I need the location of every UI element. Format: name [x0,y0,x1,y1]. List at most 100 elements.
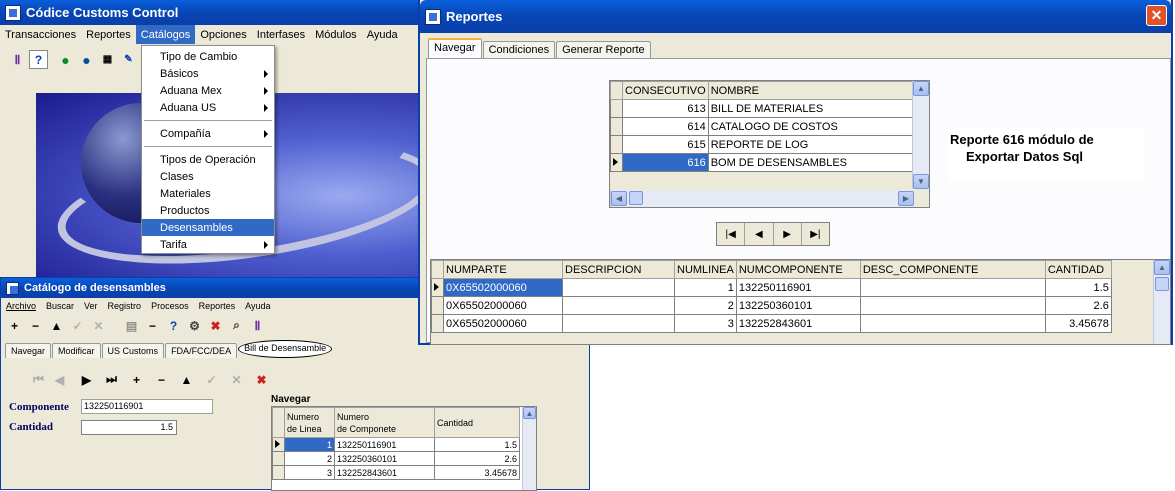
cell-cantidad[interactable]: 3.45678 [434,465,520,480]
menu-item-aduana-mex[interactable]: Aduana Mex [142,82,274,99]
delete-icon[interactable]: − [26,316,45,335]
menu-interfases[interactable]: Interfases [252,25,310,44]
cell-descripcion[interactable] [562,278,675,297]
col-descripcion[interactable]: DESCRIPCION [562,260,675,279]
tab-navegar[interactable]: Navegar [5,343,52,358]
scroll-up-icon[interactable]: ▲ [1154,260,1170,275]
cell-consecutivo[interactable]: 613 [622,99,709,118]
col-numlinea[interactable]: NUMLINEA [674,260,737,279]
cell-cantidad[interactable]: 2.6 [1044,296,1112,315]
menu-ayuda-sub[interactable]: Ayuda [240,298,275,313]
menu-ver[interactable]: Ver [79,298,103,313]
cell-componente[interactable]: 132250116901 [334,437,435,452]
cell-nombre[interactable]: CATALOGO DE COSTOS [707,117,921,136]
col-numparte[interactable]: NUMPARTE [443,260,563,279]
cell-consecutivo[interactable]: 614 [622,117,709,136]
delete-x-icon[interactable]: ✖ [206,316,225,335]
col-nombre[interactable]: NOMBRE [707,81,921,100]
delete-icon[interactable]: − [152,370,171,389]
col-numero-componente[interactable]: Numero de Componete [334,407,435,438]
cell-consecutivo[interactable]: 616 [622,153,709,172]
cell-nombre[interactable]: BOM DE DESENSAMBLES [707,153,921,172]
scroll-thumb[interactable] [1155,277,1169,291]
list-hscrollbar[interactable]: ◀ ▶ [610,190,914,207]
menu-buscar[interactable]: Buscar [41,298,79,313]
table-row[interactable]: 0X65502000060 3 132252843601 3.45678 [431,314,1112,333]
menu-item-aduana-us[interactable]: Aduana US [142,99,274,116]
col-desc-componente[interactable]: DESC_COMPONENTE [859,260,1046,279]
grid-icon[interactable]: ▦ [98,50,117,69]
help-icon[interactable]: ? [164,316,183,335]
close-button[interactable]: ✕ [1146,5,1167,26]
col-numcomponente[interactable]: NUMCOMPONENTE [735,260,861,279]
search-icon[interactable]: ⌕ [227,316,246,335]
cell-cantidad[interactable]: 1.5 [1044,278,1112,297]
menu-item-productos[interactable]: Productos [142,202,274,219]
minus-icon[interactable]: − [143,316,162,335]
cantidad-field[interactable]: 1.5 [81,420,177,435]
next-record-icon[interactable]: ▶ [77,370,96,389]
cell-cantidad[interactable]: 3.45678 [1044,314,1112,333]
tab-modificar[interactable]: Modificar [52,343,101,358]
cell-desc-componente[interactable] [859,314,1046,333]
print-icon[interactable]: ▤ [122,316,141,335]
menu-archivo[interactable]: Archivo [1,298,41,313]
cell-numlinea[interactable]: 1 [674,278,737,297]
scroll-up-icon[interactable]: ▲ [913,81,929,96]
table-row[interactable]: 0X65502000060 1 132250116901 1.5 [431,278,1112,297]
tree-icon[interactable]: ⚙ [185,316,204,335]
col-consecutivo[interactable]: CONSECUTIVO [622,81,709,100]
cell-numparte[interactable]: 0X65502000060 [443,314,563,333]
globe-search-icon[interactable]: ● [77,50,96,69]
col-numero-linea[interactable]: Numero de Linea [284,407,335,438]
cell-desc-componente[interactable] [859,278,1046,297]
tool-icon[interactable]: ✎ [119,50,138,69]
tab-generar-reporte[interactable]: Generar Reporte [556,41,651,58]
last-record-button[interactable]: ▶| [802,223,829,245]
cell-componente[interactable]: 132252843601 [334,465,435,480]
menu-item-tipo-cambio[interactable]: Tipo de Cambio [142,48,274,65]
refresh-icon[interactable]: ✖ [252,370,271,389]
check-icon[interactable]: ✓ [202,370,221,389]
menu-opciones[interactable]: Opciones [195,25,251,44]
cell-nombre[interactable]: REPORTE DE LOG [707,135,921,154]
table-row[interactable]: 1 132250116901 1.5 [272,437,520,452]
componente-field[interactable]: 132250116901 [81,399,213,414]
cell-consecutivo[interactable]: 615 [622,135,709,154]
table-row[interactable]: 2 132250360101 2.6 [272,451,520,466]
prev-record-icon[interactable]: ◀ [50,370,69,389]
add-icon[interactable]: + [5,316,24,335]
cell-numcomponente[interactable]: 132250116901 [735,278,861,297]
table-row[interactable]: 614 CATALOGO DE COSTOS [610,117,921,136]
table-row[interactable]: 613 BILL DE MATERIALES [610,99,921,118]
menu-transacciones[interactable]: Transacciones [0,25,81,44]
tab-us-customs[interactable]: US Customs [101,343,165,358]
table-row[interactable]: 615 REPORTE DE LOG [610,135,921,154]
cell-desc-componente[interactable] [859,296,1046,315]
menu-item-tarifa[interactable]: Tarifa [142,236,274,253]
cell-cantidad[interactable]: 2.6 [434,451,520,466]
cell-numparte[interactable]: 0X65502000060 [443,296,563,315]
menu-reportes[interactable]: Reportes [81,25,136,44]
up-icon[interactable]: ▲ [177,370,196,389]
menu-modulos[interactable]: Módulos [310,25,362,44]
menu-item-desensambles[interactable]: Desensambles [142,219,274,236]
cell-linea[interactable]: 1 [284,437,335,452]
exit-icon[interactable]: Ⅱ [8,50,27,69]
table-row[interactable]: 616 BOM DE DESENSAMBLES [610,153,921,172]
last-record-icon[interactable]: ⏭ [102,370,121,389]
cell-numlinea[interactable]: 3 [674,314,737,333]
tab-condiciones[interactable]: Condiciones [482,41,556,58]
menu-item-compania[interactable]: Compañía [142,125,274,142]
cell-nombre[interactable]: BILL DE MATERIALES [707,99,921,118]
col-cantidad[interactable]: CANTIDAD [1044,260,1112,279]
menu-procesos[interactable]: Procesos [146,298,194,313]
check-icon[interactable]: ✓ [68,316,87,335]
menu-item-basicos[interactable]: Básicos [142,65,274,82]
menu-item-tipos-operacion[interactable]: Tipos de Operación [142,151,274,168]
scroll-up-icon[interactable]: ▲ [523,407,536,419]
col-cantidad[interactable]: Cantidad [434,407,520,438]
exit-icon[interactable]: Ⅱ [248,316,267,335]
menu-catalogos[interactable]: Catálogos [135,25,196,44]
cell-numcomponente[interactable]: 132250360101 [735,296,861,315]
